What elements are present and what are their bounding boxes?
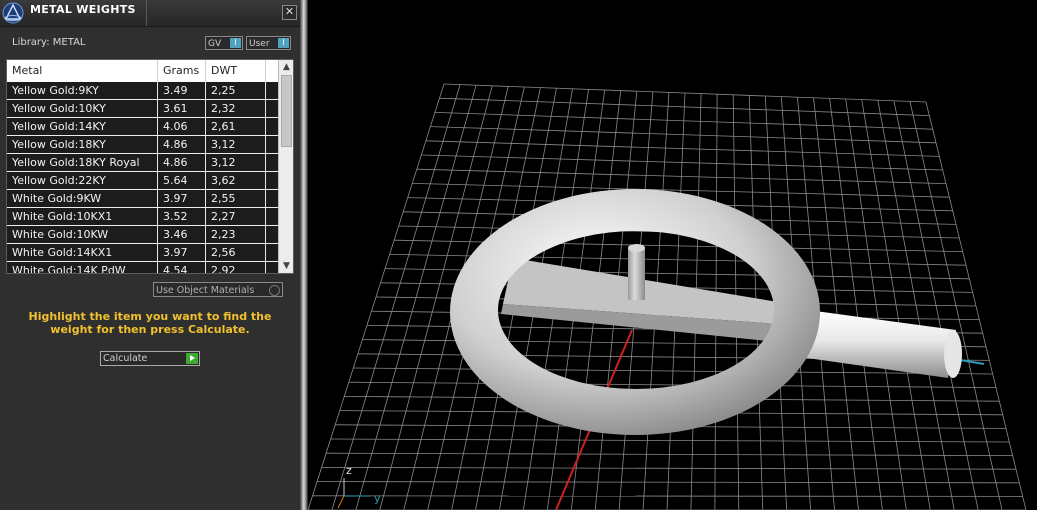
axis-label-y: y	[374, 492, 381, 505]
panel-title: METAL WEIGHTS	[30, 3, 136, 16]
post-top-cap	[628, 244, 645, 252]
table-row[interactable]: White Gold:10KW 3.46 2,23	[7, 226, 278, 244]
toggle-circle-icon	[269, 285, 280, 296]
cell-grams: 5.64	[158, 172, 206, 189]
user-label: User	[249, 39, 270, 49]
cell-metal: Yellow Gold:22KY	[7, 172, 158, 189]
library-label: Library: METAL	[12, 37, 86, 48]
calculate-label: Calculate	[103, 353, 148, 364]
cell-grams: 4.86	[158, 154, 206, 171]
cell-metal: White Gold:14KX1	[7, 244, 158, 261]
panel-splitter[interactable]	[300, 0, 308, 510]
table-row[interactable]: White Gold:9KW 3.97 2,55	[7, 190, 278, 208]
play-arrow-icon	[186, 353, 198, 364]
scroll-thumb[interactable]	[281, 75, 292, 147]
column-header-grams[interactable]: Grams	[158, 60, 206, 82]
cell-grams: 3.61	[158, 100, 206, 117]
cell-dwt: 2,32	[206, 100, 266, 117]
user-toggle-indicator: I	[278, 38, 289, 48]
axis-label-z: z	[346, 464, 352, 477]
user-library-toggle[interactable]: User I	[246, 36, 291, 50]
cell-metal: White Gold:9KW	[7, 190, 158, 207]
side-tube	[800, 310, 956, 378]
post-cylinder	[628, 248, 645, 300]
use-object-materials-button[interactable]: Use Object Materials	[153, 282, 283, 297]
column-header-dwt[interactable]: DWT	[206, 60, 266, 82]
table-header: Metal Grams DWT	[7, 60, 278, 83]
cell-dwt: 2,55	[206, 190, 266, 207]
cell-metal: White Gold:14K PdW	[7, 262, 158, 273]
cell-grams: 4.06	[158, 118, 206, 135]
cell-grams: 3.97	[158, 190, 206, 207]
table-row[interactable]: Yellow Gold:14KY 4.06 2,61	[7, 118, 278, 136]
cell-metal: Yellow Gold:9KY	[7, 82, 158, 99]
gizmo-x	[337, 495, 345, 509]
table-row[interactable]: Yellow Gold:18KY Royal 4.86 3,12	[7, 154, 278, 172]
grid-line	[893, 100, 979, 510]
grid-line	[877, 100, 955, 510]
table-row[interactable]: White Gold:14KX1 3.97 2,56	[7, 244, 278, 262]
cell-dwt: 3,12	[206, 136, 266, 153]
metal-table: Metal Grams DWT Yellow Gold:9KY 3.49 2,25 Y…	[6, 59, 294, 274]
table-row[interactable]: White Gold:10KX1 3.52 2,27	[7, 208, 278, 226]
table-row[interactable]: Yellow Gold:18KY 4.86 3,12	[7, 136, 278, 154]
grid-line	[909, 101, 1003, 510]
metal-weights-panel: METAL WEIGHTS ✕ Library: METAL GV I User…	[0, 0, 300, 510]
cell-dwt: 3,12	[206, 154, 266, 171]
table-row[interactable]: White Gold:14K PdW 4.54 2,92	[7, 262, 278, 273]
table-body: Yellow Gold:9KY 3.49 2,25 Yellow Gold:10KY 3…	[7, 82, 278, 273]
app-logo-icon	[2, 2, 24, 24]
instruction-text: Highlight the item you want to find the …	[28, 310, 272, 336]
scroll-down-icon[interactable]: ▼	[279, 259, 293, 273]
viewport-canvas[interactable]: z y	[308, 0, 1037, 510]
scroll-up-icon[interactable]: ▲	[279, 60, 293, 74]
cell-grams: 3.49	[158, 82, 206, 99]
cell-metal: Yellow Gold:18KY	[7, 136, 158, 153]
cell-dwt: 2,56	[206, 244, 266, 261]
cell-metal: Yellow Gold:10KY	[7, 100, 158, 117]
gv-library-toggle[interactable]: GV I	[205, 36, 243, 50]
close-button[interactable]: ✕	[282, 5, 297, 20]
cell-metal: White Gold:10KX1	[7, 208, 158, 225]
table-scrollbar[interactable]: ▲ ▼	[278, 60, 293, 273]
cell-metal: Yellow Gold:14KY	[7, 118, 158, 135]
cell-grams: 4.54	[158, 262, 206, 273]
cell-dwt: 2,25	[206, 82, 266, 99]
cell-metal: Yellow Gold:18KY Royal	[7, 154, 158, 171]
cell-dwt: 2,23	[206, 226, 266, 243]
cell-metal: White Gold:10KW	[7, 226, 158, 243]
gv-toggle-indicator: I	[230, 38, 241, 48]
cell-dwt: 2,92	[206, 262, 266, 273]
table-row[interactable]: Yellow Gold:10KY 3.61 2,32	[7, 100, 278, 118]
table-row[interactable]: Yellow Gold:22KY 5.64 3,62	[7, 172, 278, 190]
cell-dwt: 2,27	[206, 208, 266, 225]
title-tab-edge	[146, 0, 147, 26]
cell-grams: 3.52	[158, 208, 206, 225]
use-object-materials-label: Use Object Materials	[156, 285, 255, 296]
gv-label: GV	[208, 39, 222, 49]
panel-titlebar[interactable]: METAL WEIGHTS ✕	[0, 0, 300, 27]
column-header-metal[interactable]: Metal	[7, 60, 158, 82]
side-tube-cap	[944, 330, 962, 378]
cell-dwt: 2,61	[206, 118, 266, 135]
3d-viewport[interactable]: z y	[308, 0, 1037, 510]
calculate-button[interactable]: Calculate	[100, 351, 200, 366]
cell-grams: 3.46	[158, 226, 206, 243]
close-icon: ✕	[284, 5, 295, 18]
cell-grams: 4.86	[158, 136, 206, 153]
cell-dwt: 3,62	[206, 172, 266, 189]
table-row[interactable]: Yellow Gold:9KY 3.49 2,25	[7, 82, 278, 100]
cell-grams: 3.97	[158, 244, 206, 261]
grid-line	[925, 101, 1027, 510]
